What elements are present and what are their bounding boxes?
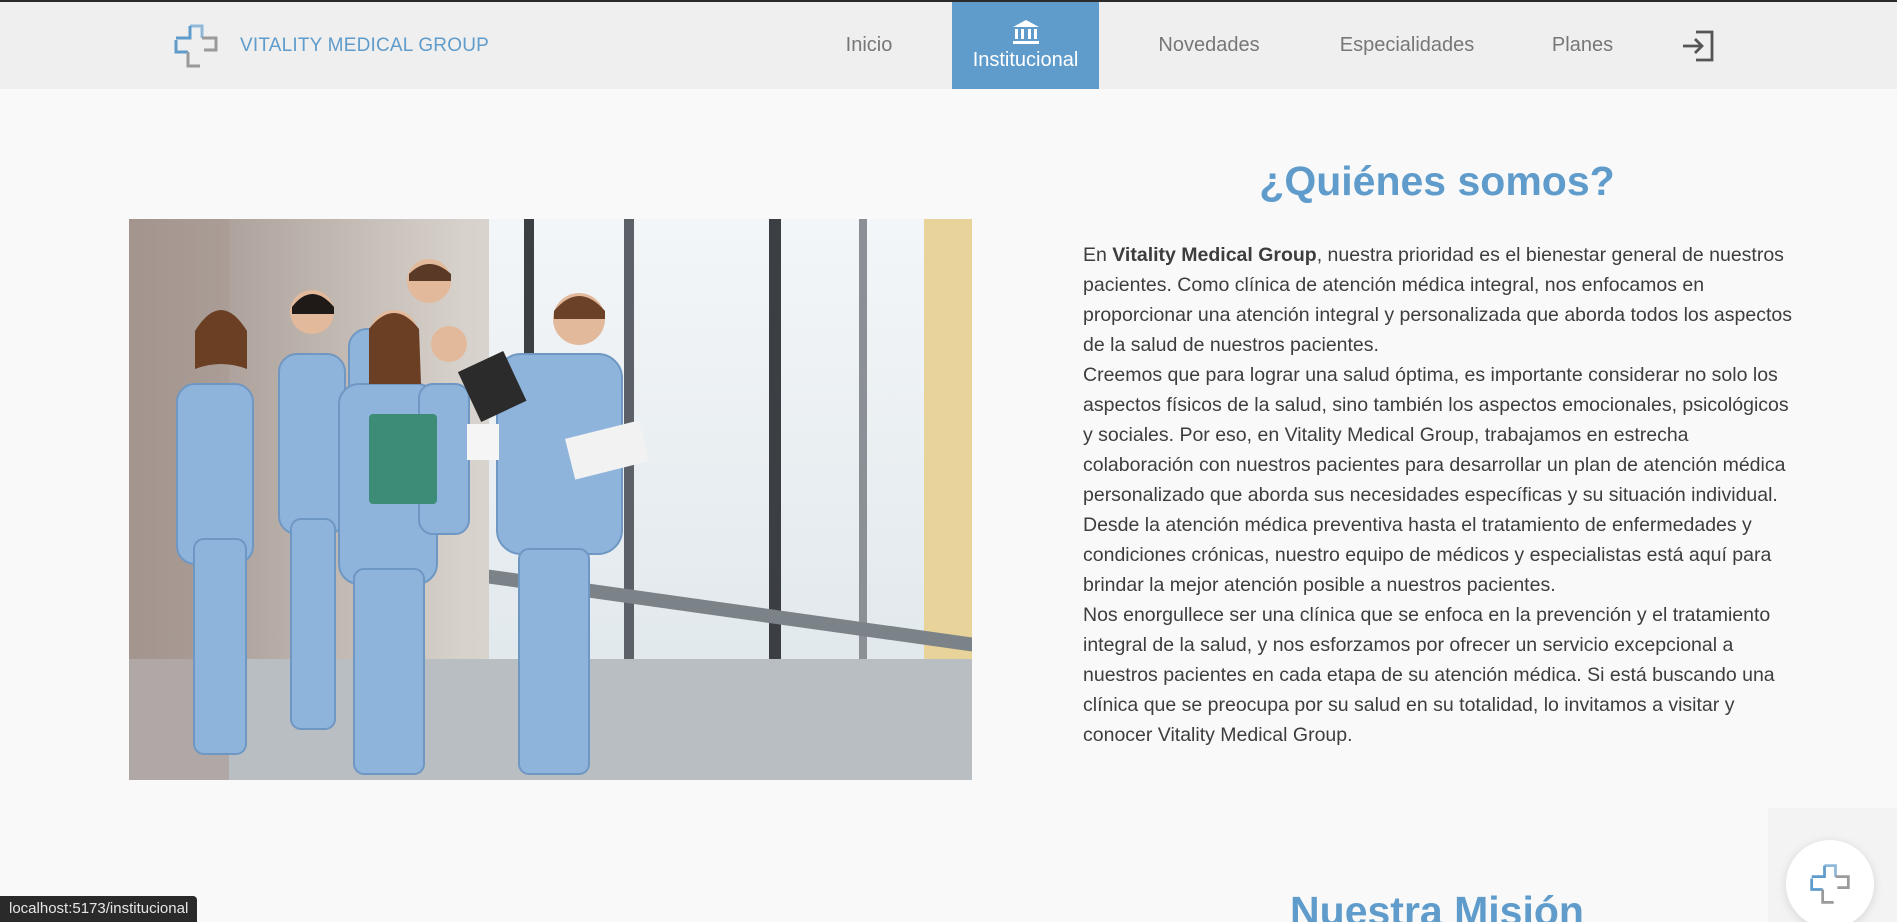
nav-item-institucional[interactable]: Institucional <box>952 2 1099 89</box>
main-nav: Inicio Institucional Novedades Especiali… <box>0 2 1897 89</box>
nav-item-label: Institucional <box>972 49 1079 71</box>
nav-item-especialidades[interactable]: Especialidades <box>1332 2 1482 89</box>
team-photo-illustration <box>129 219 972 780</box>
mission-title: Nuestra Misión <box>1290 888 1584 922</box>
about-title: ¿Quiénes somos? <box>1259 158 1615 204</box>
about-text: En Vitality Medical Group, nuestra prior… <box>1083 240 1803 750</box>
about-paragraph-1: En Vitality Medical Group, nuestra prior… <box>1083 240 1803 360</box>
nav-item-inicio[interactable]: Inicio <box>820 2 918 89</box>
nav-item-label: Especialidades <box>1339 34 1475 56</box>
about-p1-prefix: En <box>1083 244 1113 266</box>
floating-action-button[interactable] <box>1786 840 1874 922</box>
about-paragraph-2: Creemos que para lograr una salud óptima… <box>1083 364 1789 596</box>
status-bar-url: localhost:5173/institucional <box>0 896 198 922</box>
nav-item-novedades[interactable]: Novedades <box>1150 2 1268 89</box>
nav-item-planes[interactable]: Planes <box>1545 2 1620 89</box>
medical-cross-logo-icon <box>1810 864 1850 904</box>
team-photo <box>129 219 972 780</box>
nav-item-label: Planes <box>1551 34 1614 56</box>
nav-item-label: Novedades <box>1158 34 1260 56</box>
login-icon[interactable] <box>1680 28 1716 64</box>
about-p1-bold: Vitality Medical Group <box>1112 244 1317 266</box>
nav-item-label: Inicio <box>845 34 893 56</box>
about-paragraph-3: Nos enorgullece ser una clínica que se e… <box>1083 604 1775 746</box>
site-header: VITALITY MEDICAL GROUP Inicio Institucio… <box>0 2 1897 89</box>
bank-icon <box>1012 20 1039 44</box>
